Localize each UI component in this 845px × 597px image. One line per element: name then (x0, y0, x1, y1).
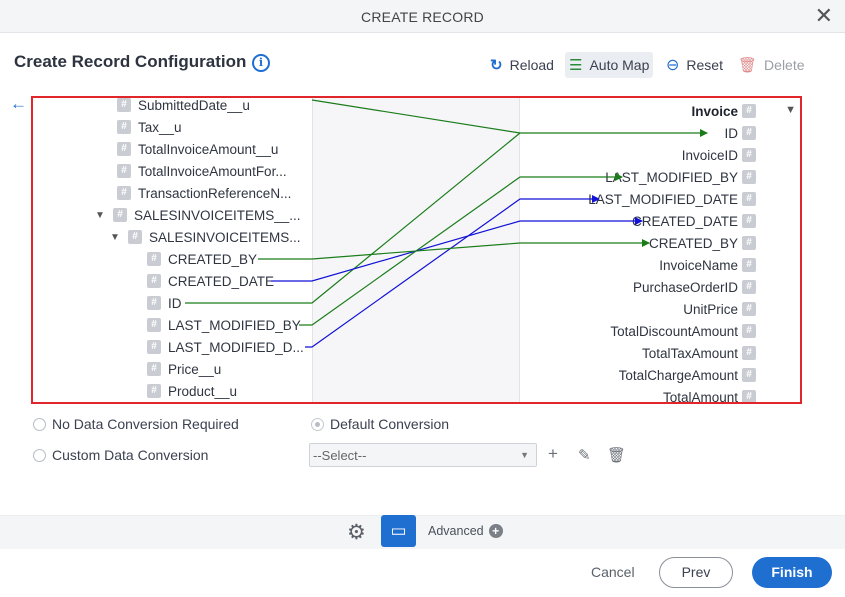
plus-circle-icon: + (488, 524, 503, 538)
gear-icon[interactable]: ⚙ (347, 520, 366, 545)
auto-map-button[interactable]: ☰ Auto Map (565, 52, 654, 78)
dialog-title: CREATE RECORD (361, 9, 484, 25)
mapping-line-submitted-date-to-id[interactable] (311, 99, 708, 137)
delete-button[interactable]: 🗑 Delete (738, 52, 805, 78)
radio-custom-conversion[interactable] (33, 448, 46, 462)
no-conversion-option[interactable]: No Data Conversion Required (33, 416, 239, 432)
mapping-line-created-by[interactable] (258, 239, 650, 260)
default-conversion-option[interactable]: Default Conversion (311, 416, 449, 432)
field-mapper: # SubmittedDate__u # Tax__u # TotalInvoiceA… (31, 96, 802, 404)
radio-default-conversion[interactable] (311, 417, 324, 431)
close-icon[interactable]: ✕ (815, 5, 833, 27)
mapping-line-created-date[interactable] (271, 217, 643, 282)
mapping-line-id-to-id[interactable] (185, 132, 521, 304)
reset-button[interactable]: ⊖ Reset (666, 52, 723, 78)
folder-add-button[interactable]: ▭ (381, 515, 416, 547)
conversion-select[interactable]: --Select-- ▼ (309, 443, 537, 467)
info-icon[interactable]: i (252, 54, 270, 72)
edit-icon[interactable]: ✎ (578, 446, 591, 464)
page-title: Create Record Configuration (14, 52, 247, 71)
add-icon[interactable]: + (548, 444, 558, 464)
custom-conversion-option[interactable]: Custom Data Conversion (33, 447, 208, 463)
mapping-lines (185, 99, 708, 348)
folder-icon: ▭ (390, 521, 407, 540)
prev-button[interactable]: Prev (659, 557, 733, 588)
trash-icon: 🗑 (738, 57, 758, 74)
auto-map-icon: ☰ (569, 57, 583, 74)
dialog-titlebar: CREATE RECORD ✕ (0, 0, 845, 33)
chevron-down-icon: ▼ (520, 450, 529, 460)
reload-button[interactable]: ↻ Reload (490, 52, 554, 78)
advanced-toggle[interactable]: Advanced + (428, 524, 503, 538)
reload-icon: ↻ (490, 57, 503, 74)
footer-toolbar (0, 515, 845, 549)
radio-no-conversion[interactable] (33, 417, 46, 431)
cancel-button[interactable]: Cancel (591, 564, 635, 580)
back-arrow-icon[interactable]: ← (10, 94, 27, 114)
finish-button[interactable]: Finish (752, 557, 832, 588)
trash-icon[interactable]: 🗑 (607, 446, 626, 464)
reset-icon: ⊖ (666, 57, 680, 74)
